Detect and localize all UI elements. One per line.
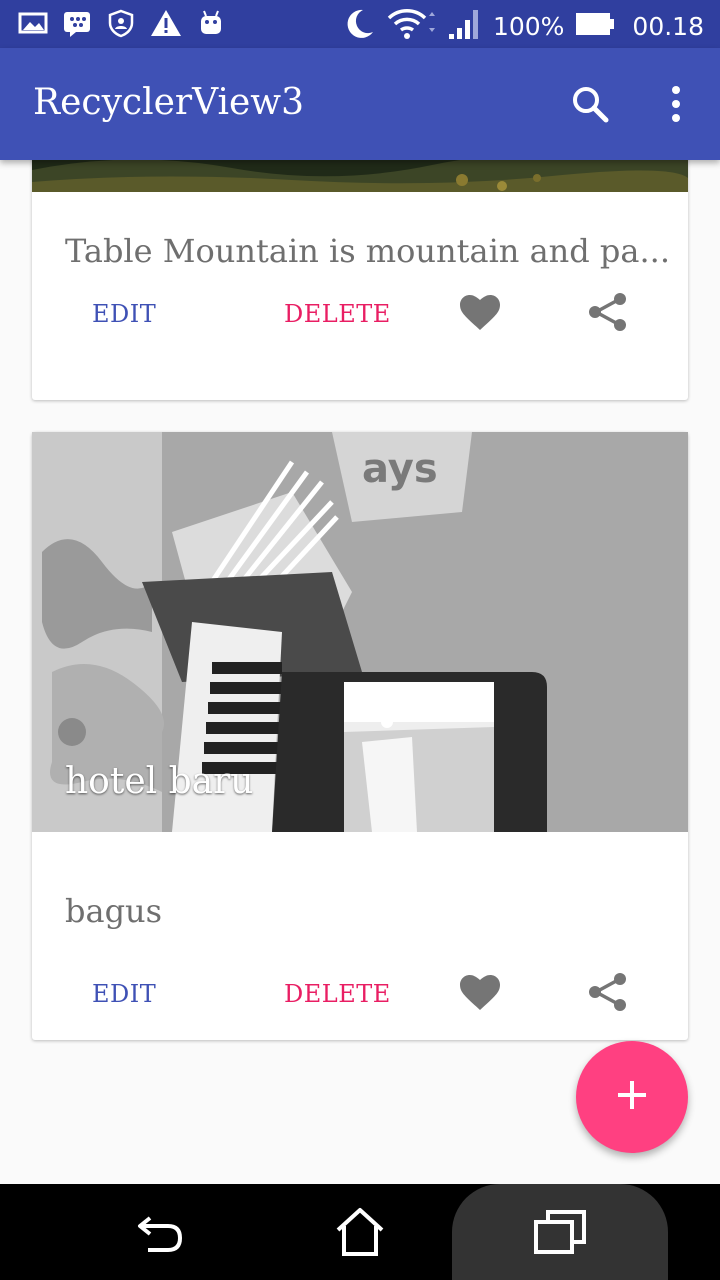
more-vert-icon[interactable] xyxy=(664,84,688,124)
card-actions: EDIT DELETE xyxy=(32,282,688,342)
delete-button[interactable]: DELETE xyxy=(284,980,391,1008)
delete-button[interactable]: DELETE xyxy=(284,300,391,328)
edit-button[interactable]: EDIT xyxy=(92,300,156,328)
add-fab-button[interactable] xyxy=(576,1041,688,1153)
navigation-bar xyxy=(0,1184,720,1280)
recents-icon[interactable] xyxy=(532,1204,588,1260)
heart-icon[interactable] xyxy=(456,288,504,336)
card-description: bagus xyxy=(65,892,163,930)
search-icon[interactable] xyxy=(570,84,610,124)
wifi-icon xyxy=(387,6,437,46)
battery-icon xyxy=(574,9,616,43)
card-description: Table Mountain is mountain and pa... xyxy=(65,232,670,270)
clock: 00.18 xyxy=(632,11,704,41)
gallery-icon xyxy=(18,8,48,38)
heart-icon[interactable] xyxy=(456,968,504,1016)
list-item[interactable]: ays hotel baru bagus EDIT DELETE xyxy=(32,432,688,1040)
card-actions: EDIT DELETE xyxy=(32,962,688,1022)
list-item[interactable]: Table Mountain is mountain and pa... EDI… xyxy=(32,160,688,400)
moon-icon xyxy=(341,6,377,46)
card-image xyxy=(32,160,688,192)
app-bar: RecyclerView3 xyxy=(0,48,720,160)
card-title: hotel baru xyxy=(65,761,254,802)
bbm-icon xyxy=(62,8,92,38)
battery-percent: 100% xyxy=(492,11,565,41)
shield-user-icon xyxy=(106,8,136,38)
back-icon[interactable] xyxy=(132,1204,188,1260)
svg-text:ays: ays xyxy=(362,446,438,492)
card-image: ays hotel baru xyxy=(32,432,688,832)
app-title: RecyclerView3 xyxy=(33,82,305,123)
edit-button[interactable]: EDIT xyxy=(92,980,156,1008)
add-icon xyxy=(614,1077,650,1117)
share-icon[interactable] xyxy=(584,288,632,336)
warning-icon xyxy=(150,8,182,38)
android-icon xyxy=(196,8,226,38)
status-bar: 100% 00.18 xyxy=(0,0,720,48)
home-icon[interactable] xyxy=(332,1204,388,1260)
share-icon[interactable] xyxy=(584,968,632,1016)
recycler-list[interactable]: Table Mountain is mountain and pa... EDI… xyxy=(0,160,720,1184)
signal-icon xyxy=(447,6,483,46)
